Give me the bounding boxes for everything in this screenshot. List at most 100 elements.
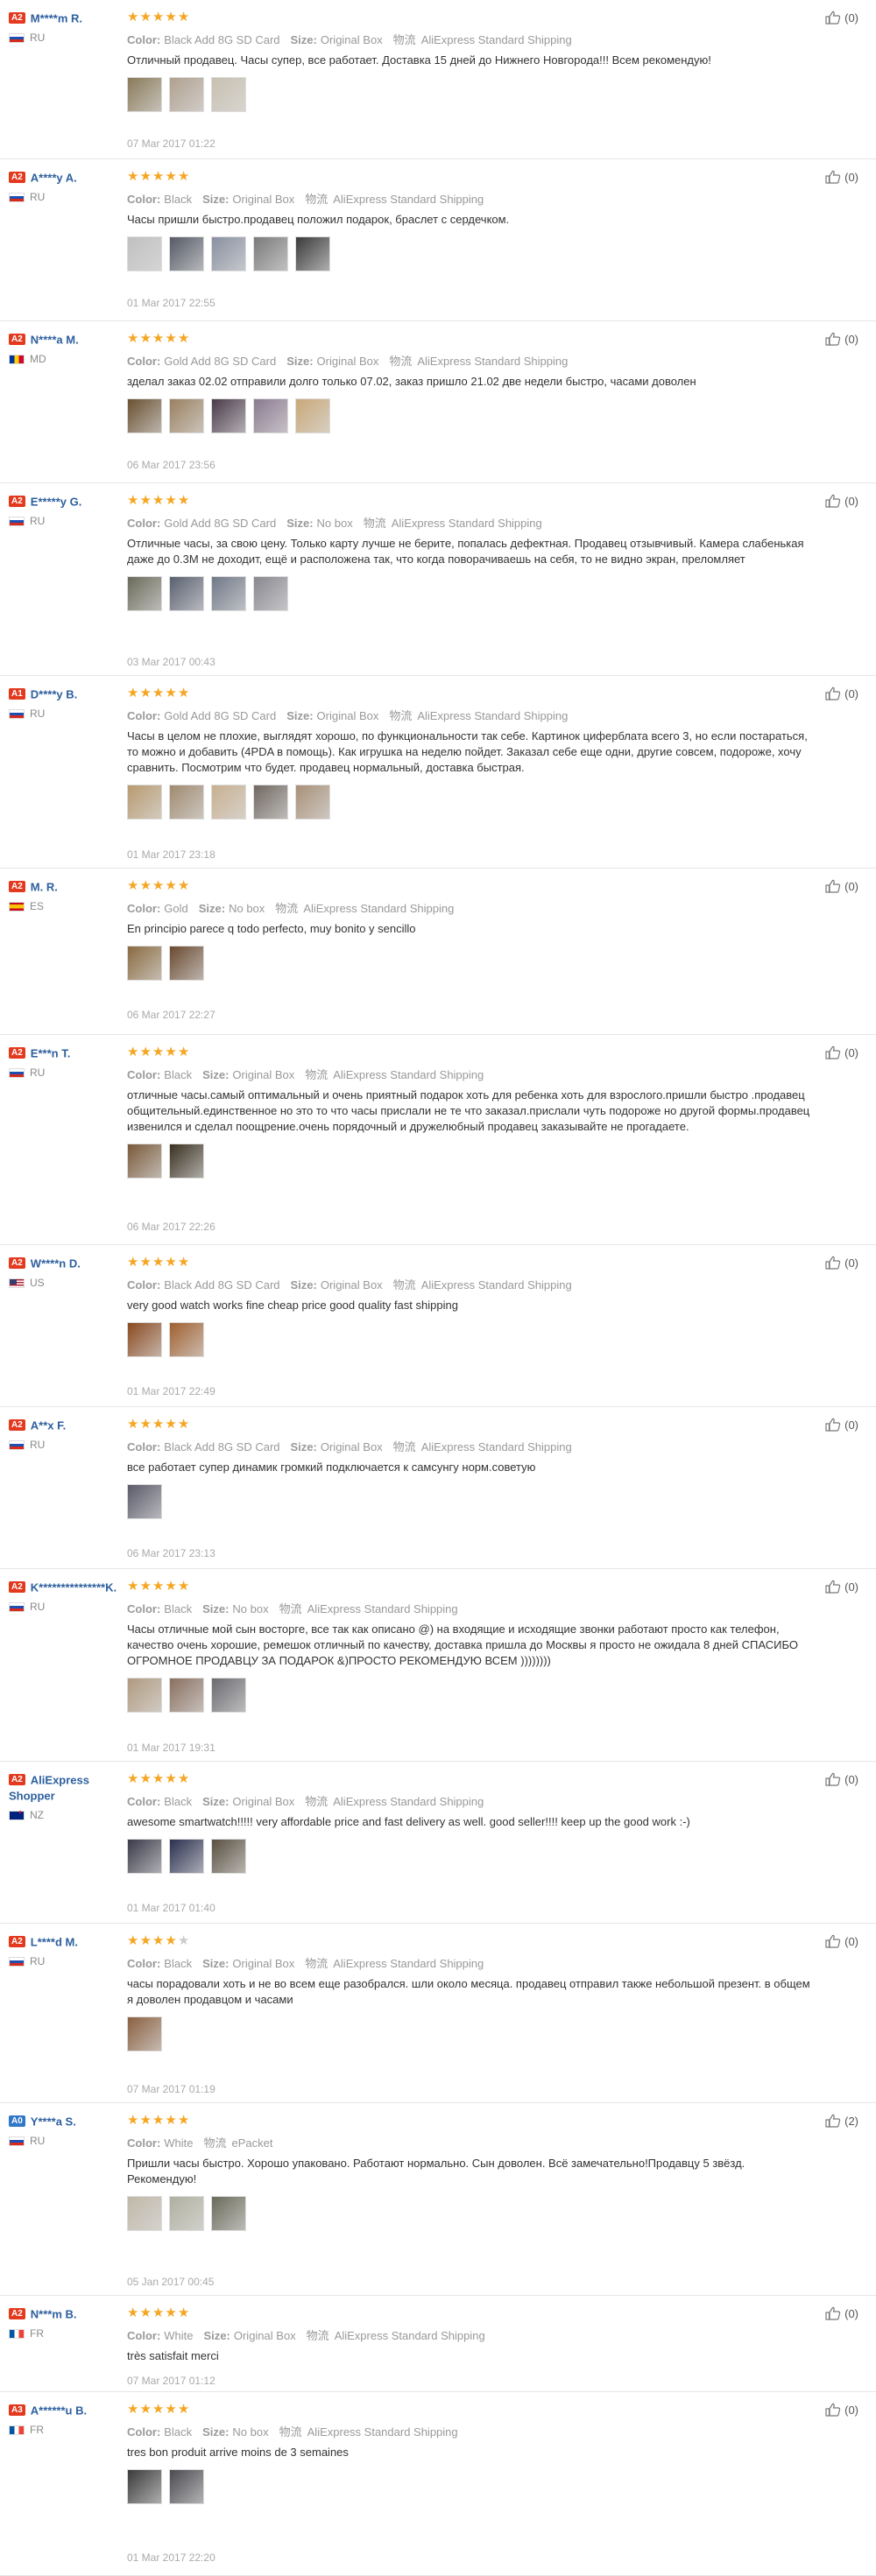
review-photo-thumbnail[interactable] bbox=[295, 398, 330, 433]
star-rating: ★★★★★ bbox=[127, 332, 815, 346]
review-photo-thumbnail[interactable] bbox=[169, 785, 204, 820]
buyer-level-badge: A2 bbox=[9, 1419, 25, 1432]
reviewer-name[interactable]: E*****y G. bbox=[31, 495, 82, 508]
reviewer-name[interactable]: A******u B. bbox=[31, 2404, 87, 2417]
reviewer-name[interactable]: D****y B. bbox=[31, 687, 77, 700]
helpful-button[interactable]: (0) bbox=[825, 1418, 858, 1432]
reviewer-country: FR bbox=[9, 2424, 123, 2436]
review-photo-thumbnail[interactable] bbox=[295, 236, 330, 271]
review-photo-thumbnail[interactable] bbox=[127, 77, 162, 112]
review-photo-thumbnail[interactable] bbox=[169, 576, 204, 611]
review-photo-thumbnail[interactable] bbox=[127, 2016, 162, 2052]
reviewer-country: RU bbox=[9, 2135, 123, 2147]
review-photo-thumbnail[interactable] bbox=[169, 1678, 204, 1713]
country-flag-icon bbox=[9, 1439, 25, 1450]
review-photo-thumbnail[interactable] bbox=[211, 785, 246, 820]
review-date: 03 Mar 2017 00:43 bbox=[127, 656, 215, 668]
review-photo-thumbnail[interactable] bbox=[211, 77, 246, 112]
reviewer-name[interactable]: N****a M. bbox=[31, 333, 79, 346]
star-icon: ★ bbox=[139, 169, 152, 184]
review-photo-thumbnail[interactable] bbox=[253, 576, 288, 611]
review-photo-thumbnail[interactable] bbox=[127, 785, 162, 820]
logistics-label: 物流 bbox=[306, 2329, 329, 2342]
country-code: RU bbox=[30, 515, 46, 527]
review-photo-thumbnail[interactable] bbox=[211, 576, 246, 611]
review-photo-thumbnail[interactable] bbox=[169, 77, 204, 112]
helpful-button[interactable]: (0) bbox=[825, 1934, 858, 1948]
review-photo-thumbnail[interactable] bbox=[253, 236, 288, 271]
reviewer-name[interactable]: M****m R. bbox=[31, 11, 82, 25]
helpful-button[interactable]: (2) bbox=[825, 2114, 858, 2128]
helpful-button[interactable]: (0) bbox=[825, 1580, 858, 1594]
helpful-button[interactable]: (0) bbox=[825, 332, 858, 346]
color-label: Color: bbox=[127, 2329, 161, 2342]
reviewer-country: RU bbox=[9, 707, 123, 720]
country-flag-icon bbox=[9, 901, 25, 911]
review-photo-thumbnail[interactable] bbox=[127, 1484, 162, 1519]
review-date: 07 Mar 2017 01:19 bbox=[127, 2083, 215, 2095]
review-photo-thumbnail[interactable] bbox=[169, 236, 204, 271]
review-date: 01 Mar 2017 23:18 bbox=[127, 848, 215, 861]
review-photo-thumbnail[interactable] bbox=[211, 398, 246, 433]
review-photos bbox=[127, 2016, 815, 2052]
review-photo-thumbnail[interactable] bbox=[127, 2196, 162, 2231]
reviewer-name[interactable]: E***n T. bbox=[31, 1046, 71, 1059]
review-text: Отличный продавец. Часы супер, все работ… bbox=[127, 53, 711, 67]
review-photo-thumbnail[interactable] bbox=[169, 2196, 204, 2231]
star-icon: ★ bbox=[177, 1579, 191, 1594]
review-photo-thumbnail[interactable] bbox=[169, 1839, 204, 1874]
star-icon: ★ bbox=[127, 331, 140, 346]
helpful-button[interactable]: (0) bbox=[825, 1045, 858, 1059]
review-photo-thumbnail[interactable] bbox=[127, 576, 162, 611]
reviewer-name[interactable]: A****y A. bbox=[31, 171, 77, 184]
review-photo-thumbnail[interactable] bbox=[127, 1678, 162, 1713]
helpful-count: (0) bbox=[844, 1256, 858, 1270]
helpful-button[interactable]: (0) bbox=[825, 686, 858, 700]
helpful-button[interactable]: (0) bbox=[825, 1256, 858, 1270]
reviewer-name[interactable]: K***************K. bbox=[31, 1580, 117, 1594]
helpful-button[interactable]: (0) bbox=[825, 170, 858, 184]
size-value: Original Box bbox=[232, 1957, 295, 1970]
reviewer-name[interactable]: L****d M. bbox=[31, 1935, 78, 1948]
logistics-value: AliExpress Standard Shipping bbox=[307, 2425, 458, 2439]
review-photo-thumbnail[interactable] bbox=[253, 398, 288, 433]
helpful-button[interactable]: (0) bbox=[825, 2306, 858, 2320]
reviewer-info: A2 N****a M. MD bbox=[9, 332, 123, 365]
review-photo-thumbnail[interactable] bbox=[127, 1839, 162, 1874]
review-photo-thumbnail[interactable] bbox=[253, 785, 288, 820]
review-photo-thumbnail[interactable] bbox=[127, 398, 162, 433]
logistics-label: 物流 bbox=[392, 1440, 416, 1453]
review-photo-thumbnail[interactable] bbox=[127, 946, 162, 981]
helpful-button[interactable]: (0) bbox=[825, 2403, 858, 2417]
reviewer-name[interactable]: M. R. bbox=[31, 880, 58, 893]
thumbs-up-icon bbox=[825, 1772, 841, 1786]
helpful-button[interactable]: (0) bbox=[825, 11, 858, 25]
review-photo-thumbnail[interactable] bbox=[169, 2469, 204, 2504]
order-info: Color: Gold Add 8G SD Card Size: Original B… bbox=[127, 707, 815, 723]
reviewer-name[interactable]: A**x F. bbox=[31, 1418, 66, 1432]
review-photo-thumbnail[interactable] bbox=[295, 785, 330, 820]
reviewer-name[interactable]: Y****a S. bbox=[31, 2115, 76, 2128]
review-photo-thumbnail[interactable] bbox=[169, 1144, 204, 1179]
logistics-label: 物流 bbox=[392, 33, 416, 46]
review-body: ★★★★★ Color: Gold Size: No box 物流 AliExpress S… bbox=[127, 879, 815, 1021]
review-photo-thumbnail[interactable] bbox=[211, 2196, 246, 2231]
color-value: Black Add 8G SD Card bbox=[164, 1440, 280, 1453]
helpful-button[interactable]: (0) bbox=[825, 1772, 858, 1786]
reviewer-name[interactable]: N***m B. bbox=[31, 2307, 77, 2320]
review-photo-thumbnail[interactable] bbox=[127, 1322, 162, 1357]
review-photo-thumbnail[interactable] bbox=[211, 1839, 246, 1874]
review-photo-thumbnail[interactable] bbox=[211, 236, 246, 271]
logistics-value: AliExpress Standard Shipping bbox=[417, 355, 569, 368]
reviewer-name[interactable]: W****n D. bbox=[31, 1256, 81, 1270]
review-photo-thumbnail[interactable] bbox=[127, 236, 162, 271]
review-photo-thumbnail[interactable] bbox=[169, 946, 204, 981]
helpful-button[interactable]: (0) bbox=[825, 494, 858, 508]
review-photo-thumbnail[interactable] bbox=[169, 398, 204, 433]
country-flag-icon bbox=[9, 32, 25, 43]
review-photo-thumbnail[interactable] bbox=[127, 2469, 162, 2504]
review-photo-thumbnail[interactable] bbox=[211, 1678, 246, 1713]
review-photo-thumbnail[interactable] bbox=[127, 1144, 162, 1179]
review-photo-thumbnail[interactable] bbox=[169, 1322, 204, 1357]
helpful-button[interactable]: (0) bbox=[825, 879, 858, 893]
